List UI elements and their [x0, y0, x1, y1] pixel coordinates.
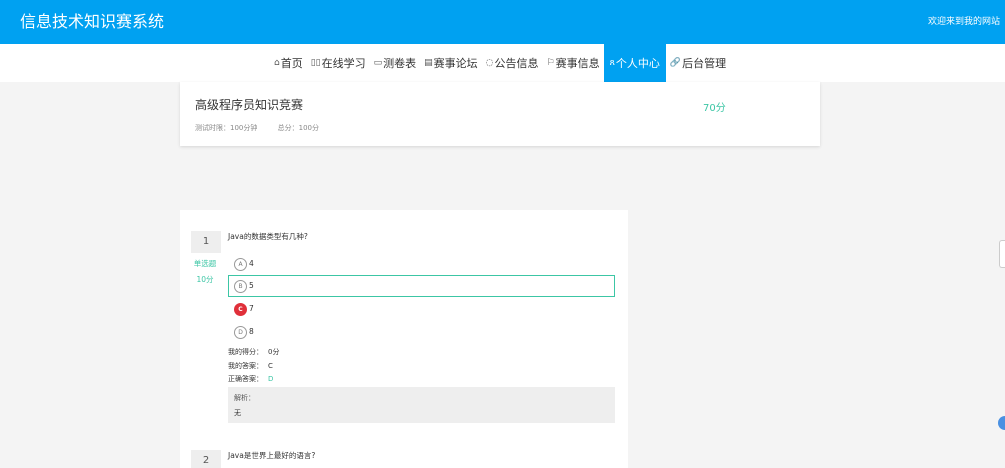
nav-item-label: 公告信息 — [494, 57, 539, 70]
question-number: 1 — [191, 231, 221, 253]
option-text: 5 — [249, 281, 254, 290]
option-letter: A — [234, 258, 247, 271]
nav-item-8[interactable]: 🔗 后台管理 — [666, 44, 730, 82]
exam-score: 70分 — [703, 103, 726, 114]
my-score-value: 0分 — [268, 348, 280, 356]
nav-item-5[interactable]: ◌ 公告信息 — [482, 44, 543, 82]
option-text: 4 — [249, 259, 254, 268]
option-letter: D — [234, 326, 247, 339]
link-icon: 🔗 — [669, 58, 682, 68]
nav-item-7[interactable]: ጸ 个人中心 — [603, 44, 666, 82]
notice-icon: ◌ — [485, 58, 494, 68]
option-text: 8 — [249, 327, 254, 336]
question-number: 2 — [191, 450, 221, 468]
my-score-label: 我的得分： — [228, 348, 263, 356]
analysis-text: 无 — [234, 409, 241, 417]
my-answer-value: C — [268, 362, 273, 370]
top-header: 信息技术知识赛系统 欢迎来到我的网站 — [0, 0, 1005, 44]
question-points: 10分 — [196, 275, 214, 284]
side-handle[interactable] — [999, 240, 1005, 268]
book-icon: ▯▯ — [310, 58, 321, 68]
exam-title: 高级程序员知识竞赛 — [195, 98, 304, 112]
question-type: 单选题 — [193, 259, 217, 268]
option-text: 7 — [249, 304, 254, 313]
nav-item-label: 首页 — [280, 57, 303, 70]
nav-item-4[interactable]: ▤ 赛事论坛 — [420, 44, 482, 82]
option-letter: B — [234, 280, 247, 293]
nav-item-label: 测卷表 — [383, 57, 417, 70]
option-d[interactable]: D 8 — [228, 321, 615, 343]
floating-action-button[interactable] — [998, 416, 1005, 430]
exam-total-score: 总分：100分 — [277, 124, 319, 132]
option-letter: C — [234, 303, 247, 316]
correct-answer-label: 正确答案： — [228, 375, 263, 383]
analysis-box: 解析： 无 — [228, 387, 615, 423]
option-b[interactable]: B 5 — [228, 275, 615, 297]
my-answer-label: 我的答案： — [228, 362, 263, 370]
welcome-text: 欢迎来到我的网站 — [927, 17, 1000, 27]
exam-summary-card: 高级程序员知识竞赛 测试时限：100分钟 总分：100分 70分 — [180, 82, 820, 146]
question-text: Java是世界上最好的语言? — [228, 451, 316, 460]
nav-item-1[interactable]: ⌂ 首页 — [270, 44, 307, 82]
home-icon: ⌂ — [274, 58, 280, 68]
nav-item-label: 在线学习 — [321, 57, 366, 70]
analysis-label: 解析： — [234, 394, 255, 402]
nav-item-3[interactable]: ▭ 测卷表 — [370, 44, 421, 82]
paper-icon: ▭ — [373, 58, 383, 68]
question-panel: 1 Java的数据类型有几种? 单选题 10分 A 4 B 5 C 7 D 8 … — [180, 210, 628, 468]
my-score-row: 我的得分： 0分 — [228, 347, 279, 357]
nav-item-label: 后台管理 — [682, 57, 727, 70]
my-answer-row: 我的答案： C — [228, 361, 273, 371]
option-a[interactable]: A 4 — [228, 253, 615, 275]
exam-duration: 测试时限：100分钟 — [195, 124, 258, 132]
site-title[interactable]: 信息技术知识赛系统 — [20, 12, 164, 32]
correct-answer-row: 正确答案： D — [228, 374, 273, 384]
question-text: Java的数据类型有几种? — [228, 232, 308, 241]
correct-answer-value: D — [268, 375, 274, 383]
exam-meta: 测试时限：100分钟 总分：100分 — [195, 123, 337, 133]
nav-item-2[interactable]: ▯▯ 在线学习 — [307, 44, 370, 82]
nav-item-label: 赛事信息 — [555, 57, 600, 70]
nav-item-label: 赛事论坛 — [433, 57, 478, 70]
option-c[interactable]: C 7 — [228, 298, 615, 320]
user-icon: ጸ — [609, 58, 615, 68]
main-nav: ⌂ 首页 ▯▯ 在线学习 ▭ 测卷表 ▤ 赛事论坛 ◌ 公告信息 ⚐ 赛事信息 ጸ 个人中心 🔗 后台管理 — [0, 44, 1005, 82]
flag-icon: ⚐ — [546, 58, 555, 68]
nav-item-label: 个人中心 — [615, 57, 660, 70]
forum-icon: ▤ — [424, 58, 433, 68]
nav-list: ⌂ 首页 ▯▯ 在线学习 ▭ 测卷表 ▤ 赛事论坛 ◌ 公告信息 ⚐ 赛事信息 ጸ 个人中心 🔗 后台管理 — [270, 44, 730, 82]
nav-item-6[interactable]: ⚐ 赛事信息 — [543, 44, 604, 82]
